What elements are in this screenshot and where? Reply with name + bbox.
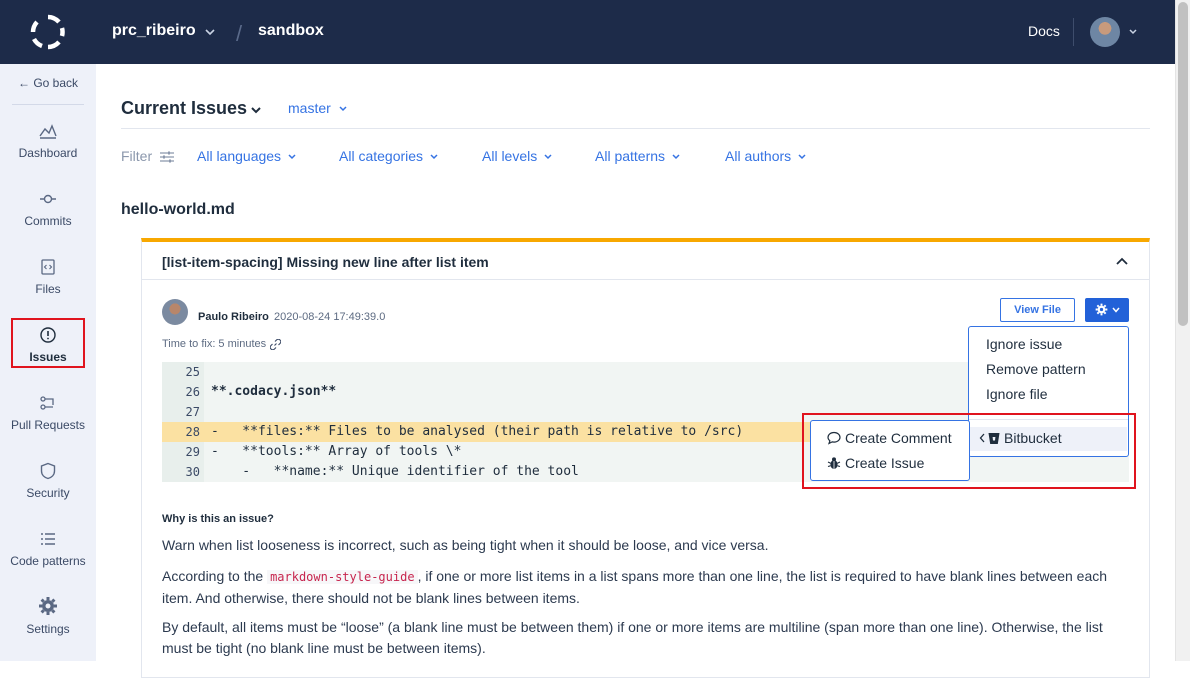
filter-label: Filter [121, 148, 153, 164]
gear-icon [39, 597, 57, 615]
issue-title: [list-item-spacing] Missing new line aft… [162, 254, 489, 270]
line-text: - **files:** Files to be analysed (their… [211, 424, 744, 439]
line-text: - **name:** Unique identifier of the too… [211, 464, 579, 479]
line-number: 27 [185, 405, 200, 419]
bitbucket-highlight-box [802, 413, 1136, 489]
sidebar-item-settings[interactable]: Settings [0, 596, 96, 636]
time-to-fix: Time to fix: 5 minutes [162, 338, 282, 350]
avatar [162, 299, 188, 325]
chevron-down-icon [544, 154, 552, 160]
codacy-logo[interactable] [30, 14, 66, 50]
sidebar-item-commits[interactable]: Commits [0, 190, 96, 228]
chevron-down-icon[interactable] [1128, 27, 1138, 37]
why-heading: Why is this an issue? [162, 513, 274, 525]
filter-patterns[interactable]: All patterns [595, 148, 681, 164]
description-paragraph: Warn when list looseness is incorrect, s… [162, 537, 769, 553]
breadcrumb-separator: / [236, 21, 243, 46]
commit-date: 2020-08-24 17:49:39.0 [274, 311, 386, 323]
org-name[interactable]: prc_ribeiro [112, 22, 196, 40]
filter-label: All languages [197, 148, 282, 164]
issues-highlight-box [11, 318, 85, 368]
filter-label: All authors [725, 148, 792, 164]
line-number: 30 [185, 465, 200, 479]
chevron-down-icon[interactable] [338, 104, 348, 114]
divider [1073, 18, 1074, 46]
chart-icon [39, 124, 57, 139]
line-number: 25 [185, 365, 200, 379]
link-icon[interactable] [270, 338, 282, 350]
repo-name[interactable]: sandbox [258, 22, 324, 40]
chevron-down-icon [798, 154, 806, 160]
commit-icon [40, 194, 56, 204]
filter-authors[interactable]: All authors [725, 148, 807, 164]
sidebar-item-label: Security [26, 486, 70, 500]
sidebar-item-code-patterns[interactable]: Code patterns [0, 530, 96, 568]
sidebar-item-security[interactable]: Security [0, 462, 96, 500]
line-text: - **tools:** Array of tools \* [211, 444, 462, 459]
actions-dropdown-button[interactable] [1085, 298, 1129, 322]
menu-item-ignore-issue[interactable]: Ignore issue [986, 336, 1062, 352]
filter-categories[interactable]: All categories [339, 148, 439, 164]
sidebar-item-label: Files [35, 282, 61, 296]
chevron-down-icon [672, 154, 680, 160]
sidebar-item-files[interactable]: Files [0, 258, 96, 296]
sidebar-item-label: Dashboard [18, 146, 78, 160]
sliders-icon[interactable] [159, 150, 175, 164]
file-code-icon [41, 259, 55, 275]
chevron-down-icon [288, 154, 296, 160]
line-number: 28 [185, 425, 200, 439]
description-paragraph: According to the markdown-style-guide, i… [162, 566, 1129, 609]
sidebar-item-label: Commits [24, 214, 72, 228]
sidebar-item-label: Code patterns [10, 554, 86, 568]
pull-request-icon [40, 396, 54, 410]
shield-icon [40, 462, 56, 480]
branch-selector[interactable]: master [288, 100, 331, 116]
sidebar-item-label: Pull Requests [10, 418, 86, 432]
chevron-down-icon[interactable] [204, 26, 216, 38]
sidebar-item-pull-requests[interactable]: Pull Requests [0, 394, 96, 432]
filter-languages[interactable]: All languages [197, 148, 297, 164]
menu-item-remove-pattern[interactable]: Remove pattern [986, 361, 1086, 377]
description-paragraph: By default, all items must be “loose” (a… [162, 619, 1103, 656]
gear-icon [1095, 303, 1108, 316]
divider [12, 104, 84, 105]
line-text: **.codacy.json** [211, 384, 337, 399]
top-bar: prc_ribeiro / sandbox Docs [0, 0, 1175, 64]
list-icon [41, 533, 55, 545]
chevron-down-icon [1112, 307, 1120, 313]
sidebar-item-dashboard[interactable]: Dashboard [0, 122, 96, 160]
chevron-down-icon [430, 154, 438, 160]
file-name: hello-world.md [121, 201, 235, 218]
divider [121, 128, 1150, 129]
line-number: 26 [185, 385, 200, 399]
page-title[interactable]: Current Issues [121, 98, 247, 119]
issue-header[interactable]: [list-item-spacing] Missing new line aft… [142, 242, 1149, 280]
user-avatar[interactable] [1090, 17, 1120, 47]
view-file-button[interactable]: View File [1000, 298, 1075, 322]
line-number: 29 [185, 445, 200, 459]
inline-code-link[interactable]: markdown-style-guide [267, 570, 418, 584]
docs-link[interactable]: Docs [1028, 23, 1060, 39]
filter-label: All categories [339, 148, 424, 164]
chevron-down-icon[interactable] [250, 104, 262, 116]
author-name: Paulo Ribeiro [198, 311, 269, 323]
scrollbar-thumb[interactable] [1178, 2, 1188, 326]
para-text: According to the [162, 568, 268, 584]
sidebar-item-label: Settings [26, 622, 70, 636]
filter-label: All levels [482, 148, 538, 164]
time-to-fix-text: Time to fix: 5 minutes [162, 338, 267, 350]
go-back-link[interactable]: ← Go back [0, 76, 96, 90]
filter-label: All patterns [595, 148, 666, 164]
filter-levels[interactable]: All levels [482, 148, 553, 164]
chevron-up-icon[interactable] [1115, 256, 1129, 266]
menu-item-ignore-file[interactable]: Ignore file [986, 386, 1047, 402]
